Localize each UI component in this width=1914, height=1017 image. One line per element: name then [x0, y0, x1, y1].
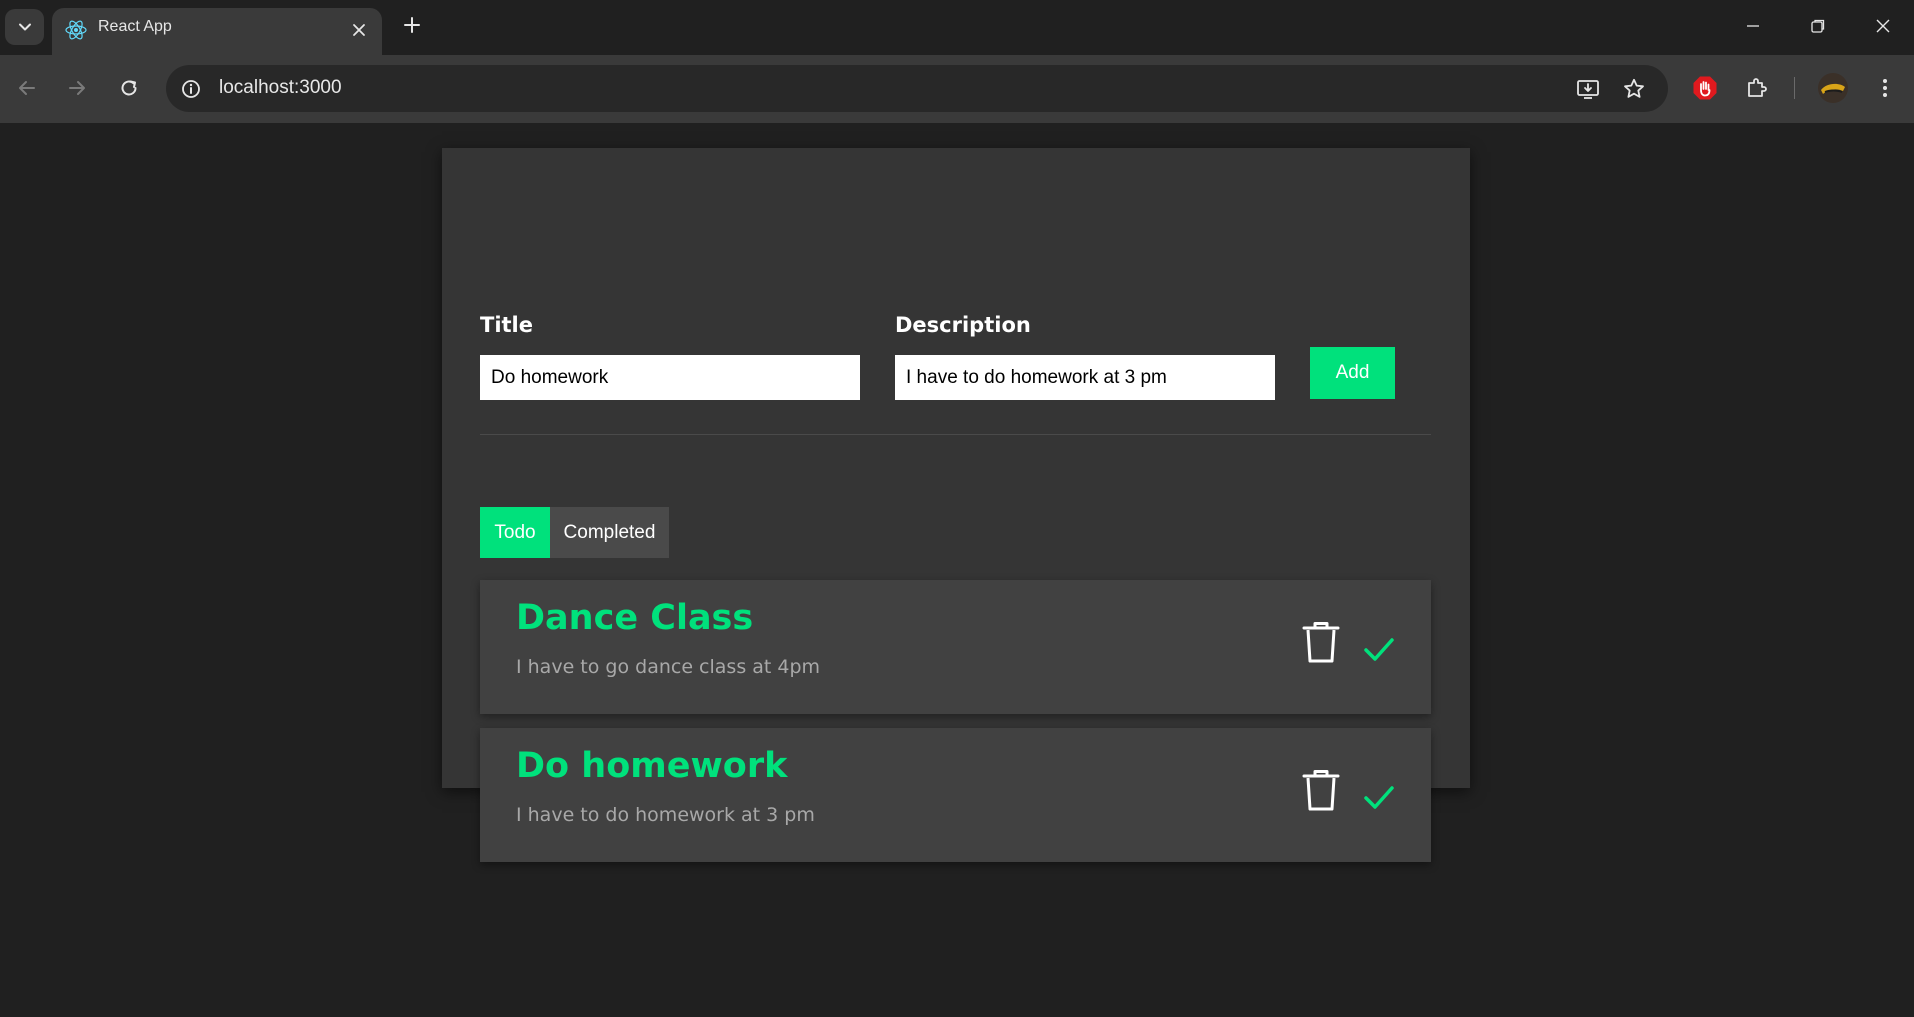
close-window-button[interactable] [1865, 8, 1901, 44]
close-icon [353, 24, 365, 36]
back-button[interactable] [9, 70, 45, 106]
browser-toolbar: localhost:3000 [0, 55, 1914, 123]
star-icon [1624, 78, 1644, 98]
tab-close-button[interactable] [348, 19, 370, 41]
restore-icon [1811, 19, 1825, 33]
url-text[interactable]: localhost:3000 [219, 77, 342, 99]
minimize-button[interactable] [1735, 8, 1771, 44]
description-label: Description [895, 313, 1031, 337]
profile-avatar-icon [1818, 73, 1848, 103]
todo-description: I have to do homework at 3 pm [516, 804, 815, 826]
title-label: Title [480, 313, 534, 337]
todo-item: Do homework I have to do homework at 3 p… [480, 728, 1431, 862]
form-divider [480, 434, 1431, 435]
reload-icon [121, 80, 137, 96]
trash-icon[interactable] [1300, 768, 1342, 812]
chevron-down-icon [18, 23, 31, 31]
extensions-button[interactable] [1740, 71, 1774, 105]
todo-item: Dance Class I have to go dance class at … [480, 580, 1431, 714]
todo-description: I have to go dance class at 4pm [516, 656, 821, 678]
react-icon [63, 17, 89, 43]
title-input[interactable] [480, 355, 860, 400]
minimize-icon [1747, 25, 1759, 27]
puzzle-icon [1748, 78, 1767, 97]
avatar[interactable] [1816, 71, 1850, 105]
bookmark-button[interactable] [1621, 76, 1647, 102]
browser-tabstrip: React App [0, 0, 1914, 55]
new-tab-button[interactable] [398, 11, 426, 39]
restore-button[interactable] [1800, 8, 1836, 44]
browser-menu-button[interactable] [1868, 71, 1902, 105]
reload-button[interactable] [111, 70, 147, 106]
close-icon [1876, 19, 1890, 33]
check-icon[interactable] [1363, 636, 1395, 664]
check-icon[interactable] [1363, 784, 1395, 812]
todo-title: Dance Class [516, 598, 754, 638]
more-vertical-icon [1883, 79, 1887, 97]
site-info-button[interactable] [178, 76, 204, 102]
extension-button[interactable] [1688, 71, 1722, 105]
tab-title: React App [98, 18, 172, 35]
browser-tab[interactable]: React App [52, 8, 382, 55]
add-button[interactable]: Add [1310, 347, 1395, 399]
info-icon [182, 80, 200, 98]
trash-icon[interactable] [1300, 620, 1342, 664]
forward-button[interactable] [59, 70, 95, 106]
tab-todo[interactable]: Todo [480, 507, 550, 558]
description-input[interactable] [895, 355, 1275, 400]
plus-icon [404, 17, 420, 33]
todo-title: Do homework [516, 746, 788, 786]
install-app-button[interactable] [1575, 76, 1601, 102]
forward-arrow-icon [69, 81, 85, 95]
tab-search-button[interactable] [5, 9, 44, 45]
toolbar-separator [1794, 77, 1795, 99]
install-app-icon [1577, 80, 1599, 99]
back-arrow-icon [19, 81, 35, 95]
stop-hand-icon [1693, 76, 1717, 100]
address-bar[interactable]: localhost:3000 [166, 65, 1668, 112]
tab-completed[interactable]: Completed [550, 507, 669, 558]
